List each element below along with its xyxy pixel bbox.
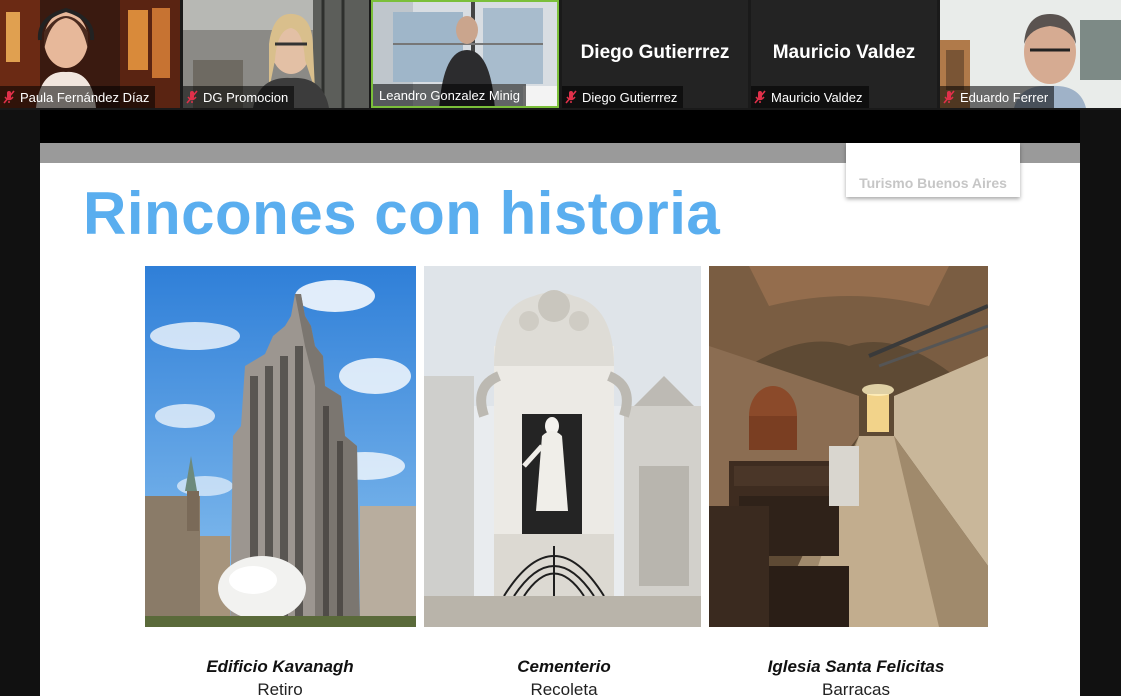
microphone-muted-icon <box>565 90 577 104</box>
participant-display-name: Diego Gutierrrez <box>580 42 730 63</box>
caption-title: Cementerio <box>517 657 611 676</box>
microphone-muted-icon <box>754 90 766 104</box>
caption-subtitle: Barracas <box>821 680 891 696</box>
participant-strip: Paula Fernández Díaz BA DG Promocion <box>0 0 1121 110</box>
participant-name: DG Promocion <box>203 89 289 105</box>
participant-tile-diego[interactable]: Diego Gutierrrez Diego Gutierrrez <box>562 0 748 108</box>
participant-tile-paula[interactable]: Paula Fernández Díaz <box>0 0 180 108</box>
participant-display-name: Mauricio Valdez <box>772 42 916 63</box>
name-bar: DG Promocion <box>183 86 295 108</box>
participant-name: Mauricio Valdez <box>771 89 863 105</box>
microphone-muted-icon <box>186 90 198 104</box>
microphone-muted-icon <box>3 90 15 104</box>
slide-top-bar <box>40 110 1080 143</box>
caption-subtitle: Retiro <box>257 680 303 696</box>
photo-edificio-kavanagh <box>145 266 416 627</box>
name-bar: Eduardo Ferrer <box>940 86 1055 108</box>
caption-subtitle: Recoleta <box>530 680 598 696</box>
caption-cementerio: Cementerio Recoleta <box>424 657 704 696</box>
participant-tile-mauricio[interactable]: Mauricio Valdez Mauricio Valdez <box>751 0 937 108</box>
participant-tile-eduardo[interactable]: Eduardo Ferrer <box>940 0 1121 108</box>
name-bar: Leandro Gonzalez Minig <box>373 84 526 106</box>
microphone-muted-icon <box>943 90 955 104</box>
participant-name: Eduardo Ferrer <box>960 89 1049 105</box>
caption-title: Iglesia Santa Felicitas <box>767 657 945 676</box>
name-bar: Paula Fernández Díaz <box>0 86 156 108</box>
photo-cementerio-recoleta <box>424 266 701 627</box>
participant-tile-dg-promocion[interactable]: BA DG Promocion <box>183 0 369 108</box>
presentation-slide: Turismo Buenos Aires Rincones con histor… <box>40 143 1080 696</box>
participant-name: Paula Fernández Díaz <box>20 89 150 105</box>
name-bar: Mauricio Valdez <box>751 86 869 108</box>
photo-iglesia-santa-felicitas <box>709 266 988 627</box>
participant-name: Leandro Gonzalez Minig <box>379 87 520 103</box>
brand-tab: Turismo Buenos Aires <box>846 143 1020 197</box>
caption-kavanagh: Edificio Kavanagh Retiro <box>140 657 420 696</box>
name-bar: Diego Gutierrrez <box>562 86 684 108</box>
caption-santa-felicitas: Iglesia Santa Felicitas Barracas <box>716 657 996 696</box>
brand-label: Turismo Buenos Aires <box>859 175 1007 191</box>
caption-title: Edificio Kavanagh <box>206 657 354 676</box>
participant-name: Diego Gutierrrez <box>582 89 678 105</box>
slide-title: Rincones con historia <box>83 180 721 247</box>
participant-tile-leandro[interactable]: Leandro Gonzalez Minig <box>371 0 559 108</box>
